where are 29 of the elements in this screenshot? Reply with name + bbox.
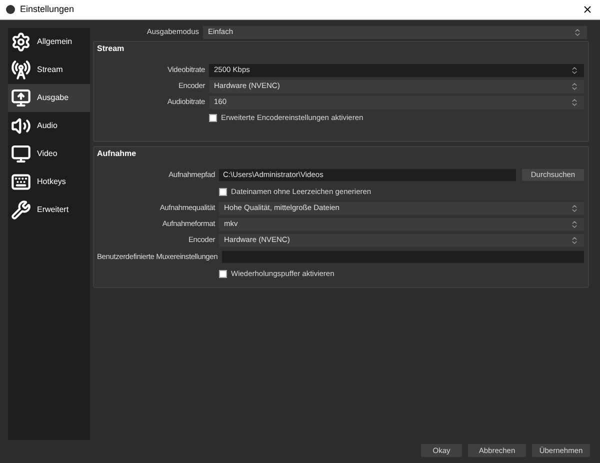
checkbox[interactable] xyxy=(209,114,217,122)
wrench-icon xyxy=(10,200,32,220)
sidebar-item[interactable]: Ausgabe xyxy=(8,84,90,112)
sidebar-item[interactable]: Video xyxy=(8,140,90,168)
sidebar-item[interactable]: Allgemein xyxy=(8,28,90,56)
up-down-arrows-icon xyxy=(573,28,582,36)
close-icon[interactable] xyxy=(582,4,593,15)
sidebar-item[interactable]: Hotkeys xyxy=(8,168,90,196)
sidebar-item[interactable]: Stream xyxy=(8,56,90,84)
sidebar-item[interactable]: Audio xyxy=(8,112,90,140)
group-title: Stream xyxy=(97,43,126,55)
up-down-arrows-icon xyxy=(570,66,579,74)
keyboard-icon xyxy=(10,172,32,192)
checkbox[interactable] xyxy=(219,270,227,278)
monitor-arrow-icon xyxy=(10,88,32,108)
app-logo-icon xyxy=(6,5,15,14)
speaker-icon xyxy=(10,116,32,136)
window-title: Einstellungen xyxy=(20,2,74,16)
group-title: Aufnahme xyxy=(97,148,138,160)
monitor-icon xyxy=(10,144,32,164)
up-down-arrows-icon xyxy=(570,82,579,90)
up-down-arrows-icon xyxy=(570,236,579,244)
sidebar-item[interactable]: Erweitert xyxy=(8,196,90,224)
gear-icon xyxy=(10,32,32,52)
checkbox[interactable] xyxy=(219,188,227,196)
up-down-arrows-icon xyxy=(570,98,579,106)
up-down-arrows-icon xyxy=(570,204,579,212)
up-down-arrows-icon xyxy=(570,220,579,228)
antenna-icon xyxy=(10,60,32,80)
